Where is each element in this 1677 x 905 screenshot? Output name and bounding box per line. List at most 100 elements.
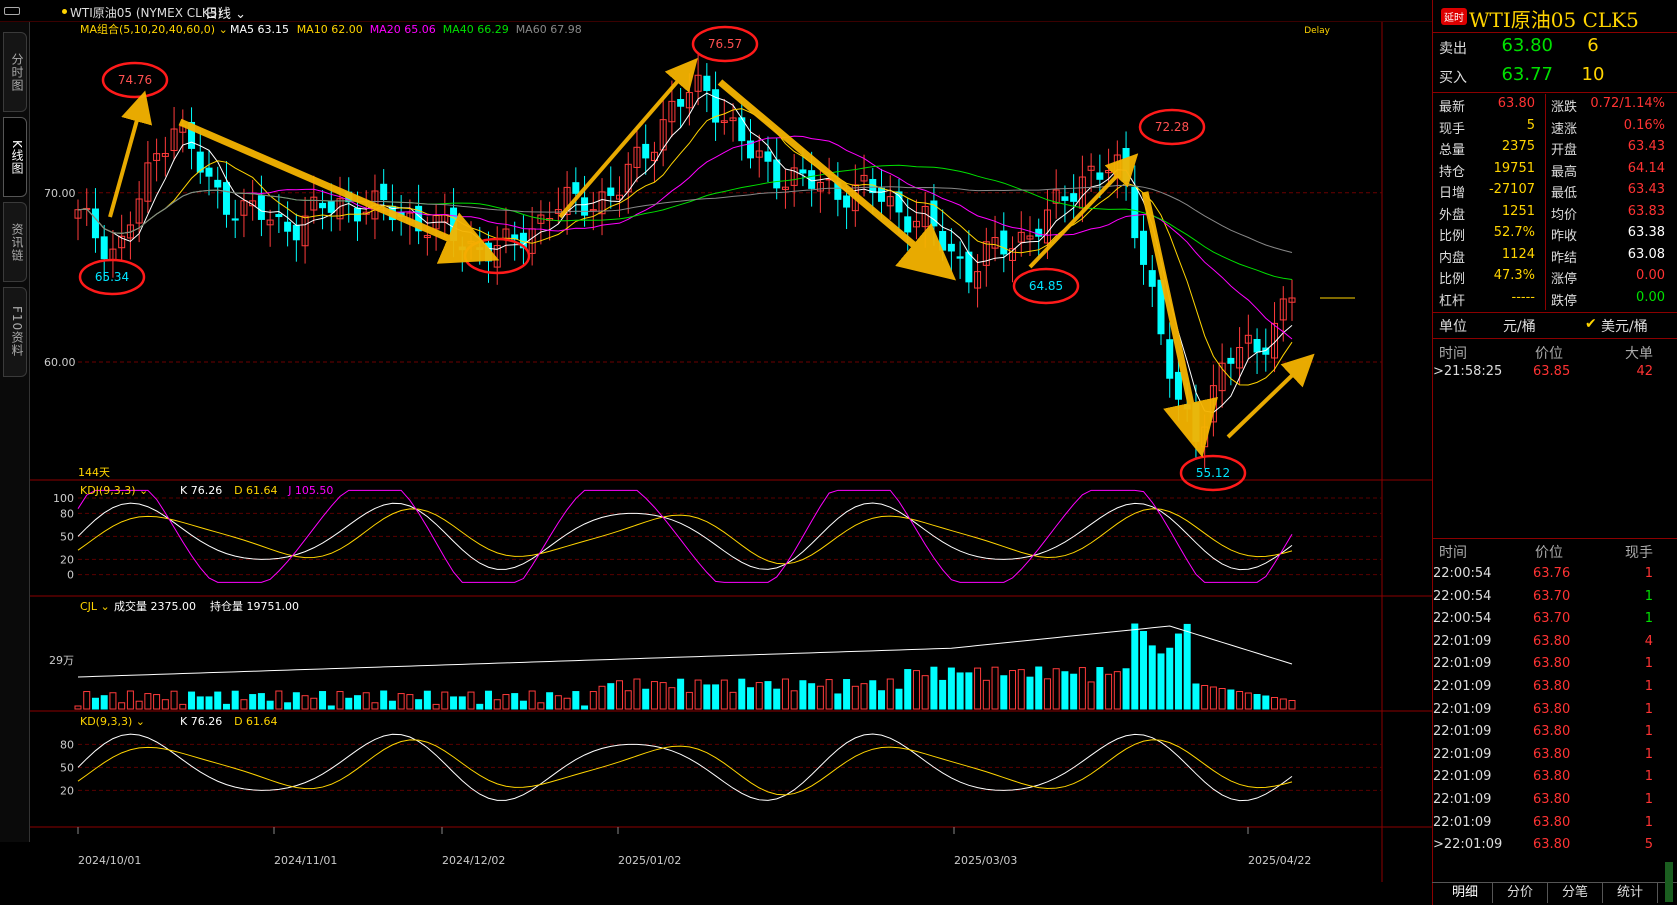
tick-row[interactable]: 22:01:09 63.80 1: [1433, 815, 1677, 837]
quote-value: 1124: [1501, 246, 1535, 262]
candle: [764, 151, 772, 162]
volume-bar: [642, 688, 650, 710]
quote-value: 63.43: [1627, 182, 1665, 197]
volume-bar: [493, 699, 501, 710]
tab-detail[interactable]: 明细: [1438, 883, 1493, 903]
tick-row[interactable]: 22:00:54 63.70 1: [1433, 589, 1677, 611]
tab-kline[interactable]: K线图: [3, 117, 27, 197]
kline-chart[interactable]: 74.76 65.34 76.57 64.85 72.28 55.12 70.00 60.0…: [30, 22, 1432, 882]
tick-vol: 4: [1644, 633, 1653, 649]
big-order-header: 时间 价位 大单: [1433, 343, 1677, 365]
volume-bar: [982, 679, 990, 710]
quote-label: 速涨: [1551, 121, 1578, 137]
volume-bar: [406, 694, 414, 710]
tick-row[interactable]: 22:01:09 63.80 1: [1433, 769, 1677, 791]
indicator-legend-item: 持仓量 19751.00: [210, 599, 299, 613]
tick-time: 22:01:09: [1433, 792, 1492, 807]
candle: [214, 179, 222, 188]
candle: [1148, 270, 1156, 287]
col-big: 大单: [1625, 346, 1653, 362]
tick-row[interactable]: 22:00:54 63.76 1: [1433, 566, 1677, 588]
quote-label: 日增: [1439, 186, 1466, 201]
tick-row[interactable]: 22:01:09 63.80 1: [1433, 724, 1677, 746]
volume-bar: [1236, 691, 1244, 710]
candle: [799, 169, 807, 174]
tab-intraday[interactable]: 分时图: [3, 32, 27, 112]
volume-bar: [214, 691, 222, 710]
col-price: 价位: [1535, 346, 1563, 362]
date-tick-label: 2025/01/02: [618, 854, 681, 867]
unit-option-yuan[interactable]: 元/桶: [1503, 316, 1536, 336]
candle: [380, 183, 388, 201]
volume-tick-label: 29万: [49, 654, 74, 667]
open-interest-line: [77, 625, 1293, 678]
unit-option-usd[interactable]: 美元/桶: [1601, 316, 1648, 336]
volume-bar: [563, 697, 571, 710]
quote-row: 现手 5 速涨 0.16%: [1433, 118, 1677, 140]
volume-bar: [1035, 666, 1043, 710]
volume-bar: [170, 690, 178, 710]
candle: [581, 197, 589, 216]
indicator-legend-item: D 61.64: [234, 715, 277, 728]
scrollbar[interactable]: [1665, 862, 1673, 902]
tick-row[interactable]: 22:00:54 63.70 1: [1433, 611, 1677, 633]
window-icon[interactable]: [4, 7, 20, 15]
volume-bar: [1227, 689, 1235, 710]
period-selector[interactable]: 日线 ⌄: [205, 3, 246, 22]
tab-price-dist[interactable]: 分价: [1493, 883, 1548, 903]
ma-line: [77, 108, 1293, 386]
quote-label: 涨停: [1551, 272, 1578, 287]
candle: [222, 182, 230, 215]
volume-bar: [1192, 683, 1200, 710]
tick-row[interactable]: 22:01:09 63.80 1: [1433, 747, 1677, 769]
candle: [450, 207, 458, 241]
tick-price: 63.70: [1533, 588, 1571, 604]
quote-value: 63.38: [1627, 225, 1665, 240]
volume-bar: [118, 702, 126, 710]
price-tick-label: 60.00: [44, 356, 76, 369]
volume-bar: [511, 693, 519, 710]
instrument-title: WTI原油05 (NYMEX CLK5): [70, 6, 223, 20]
volume-bar: [249, 694, 257, 710]
candle: [257, 195, 265, 220]
volume-bar: [231, 690, 239, 710]
osc-tick-label: 50: [60, 530, 74, 543]
tick-price: 63.80: [1533, 656, 1571, 672]
tick-row[interactable]: 22:01:09 63.80 1: [1433, 702, 1677, 724]
candle: [843, 195, 851, 208]
candle: [284, 221, 292, 232]
volume-bar: [773, 688, 781, 710]
tick-row[interactable]: 22:01:09 63.80 1: [1433, 792, 1677, 814]
tab-f10[interactable]: F10资料: [3, 287, 27, 377]
quote-row: 总量 2375 开盘 63.43: [1433, 139, 1677, 161]
volume-bar: [598, 685, 606, 710]
visible-days-label: 144天: [78, 466, 110, 479]
tick-row[interactable]: 22:01:09 63.80 1: [1433, 679, 1677, 701]
ma-legend-item: MA10 62.00: [297, 23, 363, 36]
volume-bar: [1262, 695, 1270, 710]
candle: [275, 214, 283, 218]
tab-news[interactable]: 资讯链: [3, 202, 27, 282]
tab-stats[interactable]: 统计: [1603, 883, 1658, 903]
tick-row[interactable]: >22:01:09 63.80 5: [1433, 837, 1677, 859]
quote-label: 均价: [1551, 207, 1578, 223]
tick-price: 63.80: [1533, 701, 1571, 717]
status-dot-icon: [62, 9, 67, 14]
tick-row[interactable]: 22:01:09 63.80 4: [1433, 634, 1677, 656]
tab-ticks[interactable]: 分笔: [1548, 883, 1603, 903]
quote-label: 最新: [1439, 100, 1466, 115]
tick-vol: 1: [1644, 701, 1653, 717]
big-order-row[interactable]: >21:58:25 63.85 42: [1433, 364, 1677, 386]
buy-row[interactable]: 买入 63.77 10: [1433, 64, 1677, 89]
volume-bar: [895, 688, 903, 710]
ma-line: [77, 92, 1293, 413]
trend-arrow: [717, 79, 957, 281]
unit-label: 单位: [1439, 319, 1467, 335]
volume-bar: [747, 687, 755, 710]
tick-row[interactable]: 22:01:09 63.80 1: [1433, 656, 1677, 678]
volume-bar: [327, 705, 335, 710]
quote-value: 5: [1526, 117, 1535, 133]
quote-label: 比例: [1439, 272, 1466, 287]
tick-time: 22:01:09: [1433, 814, 1492, 830]
sell-row[interactable]: 卖出 63.80 6: [1433, 35, 1677, 60]
